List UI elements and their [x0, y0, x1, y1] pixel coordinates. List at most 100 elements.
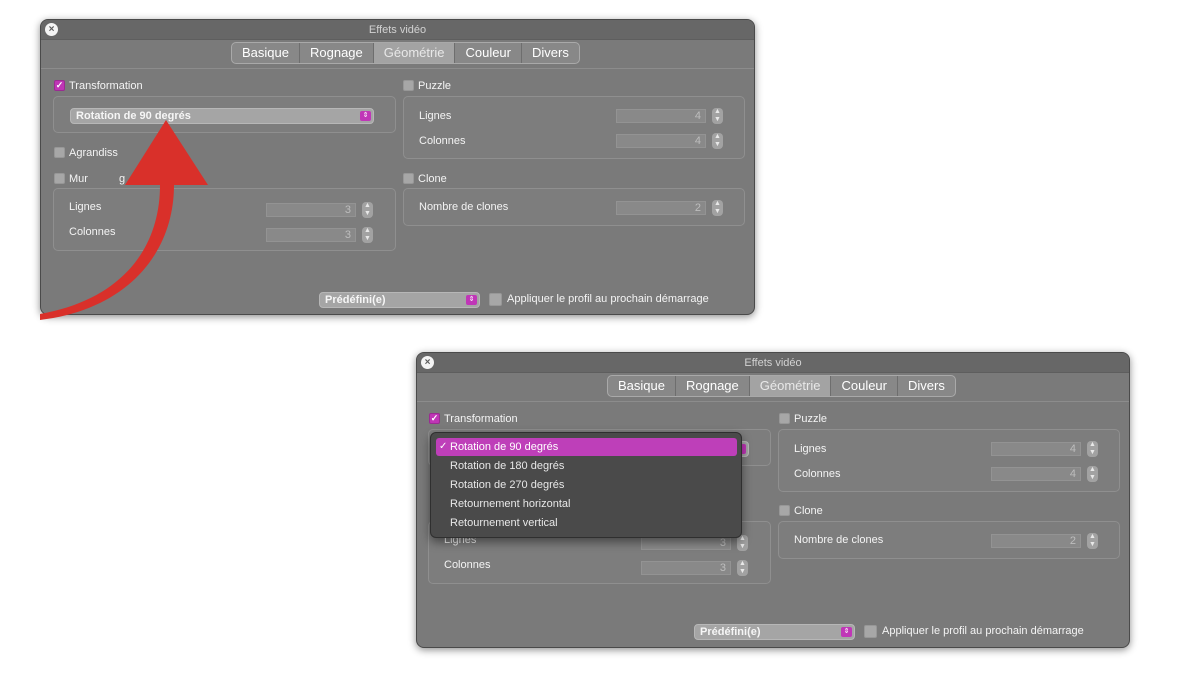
menu-item-rotation-180[interactable]: Rotation de 180 degrés [436, 457, 737, 475]
mur-lines-label: Lignes [69, 201, 102, 213]
checkmark-icon: ✓ [439, 441, 448, 452]
menu-item-label: Rotation de 180 degrés [450, 460, 565, 472]
puzzle-checkbox[interactable] [779, 413, 790, 424]
mur-columns-label: Colonnes [69, 226, 116, 238]
preset-popup-value: Prédéfini(e) [700, 626, 761, 638]
puzzle-lines-value: 4 [694, 110, 701, 122]
clone-count-label: Nombre de clones [419, 201, 509, 213]
stepper-icon[interactable]: ▲ ▼ [712, 133, 723, 149]
menu-item-label: Rotation de 270 degrés [450, 479, 565, 491]
mur-lines-value: 3 [344, 204, 351, 216]
puzzle-lines-label: Lignes [419, 110, 452, 122]
preset-popup-value: Prédéfini(e) [325, 294, 386, 306]
mur-label: Mur [69, 173, 88, 185]
stepper-icon[interactable]: ▲ ▼ [362, 227, 373, 243]
menu-item-label: Rotation de 90 degrés [450, 441, 559, 453]
transformation-dropdown-menu: ✓ Rotation de 90 degrés Rotation de 180 … [430, 432, 742, 538]
tab-bar: Basique Rognage Géométrie Couleur Divers [607, 375, 956, 397]
agrandissement-label: Agrandiss [69, 147, 118, 159]
transformation-label: Transformation [69, 80, 143, 92]
puzzle-label: Puzzle [418, 80, 452, 92]
mur-columns-field[interactable]: 3 [266, 228, 356, 242]
transformation-popup-value: Rotation de 90 degrés [76, 110, 191, 122]
updown-chevron-icon: ⇕ [466, 295, 477, 305]
transformation-label: Transformation [444, 413, 518, 425]
puzzle-columns-field[interactable]: 4 [991, 467, 1081, 481]
mur-columns-value: 3 [719, 562, 726, 574]
stepper-icon[interactable]: ▲ ▼ [737, 560, 748, 576]
titlebar: × Effets vidéo [417, 353, 1129, 373]
agrandissement-checkbox[interactable] [54, 147, 65, 158]
stepper-icon[interactable]: ▲ ▼ [362, 202, 373, 218]
puzzle-label: Puzzle [794, 413, 828, 425]
transformation-group: Rotation de 90 degrés ⇕ [53, 96, 396, 133]
mur-lines-value: 3 [719, 537, 726, 549]
menu-item-flip-horizontal[interactable]: Retournement horizontal [436, 495, 737, 513]
transformation-checkbox[interactable]: ✓ [429, 413, 440, 424]
clone-checkbox[interactable] [779, 505, 790, 516]
tab-divers[interactable]: Divers [898, 376, 955, 396]
divider [41, 68, 754, 69]
puzzle-lines-value: 4 [1069, 443, 1076, 455]
clone-label: Clone [794, 505, 823, 517]
menu-item-rotation-270[interactable]: Rotation de 270 degrés [436, 476, 737, 494]
apply-profile-checkbox[interactable] [489, 293, 502, 306]
puzzle-columns-field[interactable]: 4 [616, 134, 706, 148]
stepper-icon[interactable]: ▲ ▼ [712, 200, 723, 216]
menu-item-rotation-90[interactable]: ✓ Rotation de 90 degrés [436, 438, 737, 456]
puzzle-columns-label: Colonnes [794, 468, 841, 480]
clone-group: Nombre de clones 2 ▲ ▼ [778, 521, 1120, 559]
updown-chevron-icon: ⇕ [841, 627, 852, 637]
puzzle-group: Lignes 4 ▲ ▼ Colonnes 4 ▲ ▼ [403, 96, 745, 159]
mur-lines-field[interactable]: 3 [266, 203, 356, 217]
stepper-icon[interactable]: ▲ ▼ [1087, 466, 1098, 482]
clone-checkbox[interactable] [403, 173, 414, 184]
stepper-icon[interactable]: ▲ ▼ [1087, 441, 1098, 457]
apply-profile-label: Appliquer le profil au prochain démarrag… [507, 293, 709, 305]
clone-count-label: Nombre de clones [794, 534, 884, 546]
preset-popup[interactable]: Prédéfini(e) ⇕ [694, 624, 855, 640]
clone-label: Clone [418, 173, 447, 185]
tab-rognage[interactable]: Rognage [676, 376, 750, 396]
stepper-icon[interactable]: ▲ ▼ [1087, 533, 1098, 549]
mur-columns-value: 3 [344, 229, 351, 241]
stepper-icon[interactable]: ▲ ▼ [737, 535, 748, 551]
menu-item-flip-vertical[interactable]: Retournement vertical [436, 514, 737, 532]
tab-couleur[interactable]: Couleur [455, 43, 522, 63]
divider [417, 401, 1129, 402]
stepper-icon[interactable]: ▲ ▼ [712, 108, 723, 124]
apply-profile-label: Appliquer le profil au prochain démarrag… [882, 625, 1084, 637]
puzzle-lines-field[interactable]: 4 [616, 109, 706, 123]
window-title: Effets vidéo [744, 357, 802, 369]
clone-count-field[interactable]: 2 [991, 534, 1081, 548]
menu-item-label: Retournement horizontal [450, 498, 571, 510]
tab-rognage[interactable]: Rognage [300, 43, 374, 63]
puzzle-columns-value: 4 [694, 135, 701, 147]
preset-popup[interactable]: Prédéfini(e) ⇕ [319, 292, 480, 308]
clone-count-field[interactable]: 2 [616, 201, 706, 215]
puzzle-lines-field[interactable]: 4 [991, 442, 1081, 456]
tab-divers[interactable]: Divers [522, 43, 579, 63]
tab-bar: Basique Rognage Géométrie Couleur Divers [231, 42, 580, 64]
puzzle-columns-label: Colonnes [419, 135, 466, 147]
tab-basique[interactable]: Basique [608, 376, 676, 396]
mur-columns-label: Colonnes [444, 559, 491, 571]
puzzle-columns-value: 4 [1069, 468, 1076, 480]
clone-group: Nombre de clones 2 ▲ ▼ [403, 188, 745, 226]
mur-lines-field[interactable]: 3 [641, 536, 731, 550]
tab-basique[interactable]: Basique [232, 43, 300, 63]
puzzle-lines-label: Lignes [794, 443, 827, 455]
updown-chevron-icon: ⇕ [360, 111, 371, 121]
apply-profile-checkbox[interactable] [864, 625, 877, 638]
mur-checkbox[interactable] [54, 173, 65, 184]
clone-count-value: 2 [694, 202, 701, 214]
tab-couleur[interactable]: Couleur [831, 376, 898, 396]
transformation-popup[interactable]: Rotation de 90 degrés ⇕ [70, 108, 374, 124]
mur-columns-field[interactable]: 3 [641, 561, 731, 575]
transformation-checkbox[interactable]: ✓ [54, 80, 65, 91]
menu-item-label: Retournement vertical [450, 517, 558, 529]
tab-geometrie[interactable]: Géométrie [749, 376, 832, 396]
video-effects-window-top: × Effets vidéo Basique Rognage Géométrie… [40, 19, 755, 315]
puzzle-checkbox[interactable] [403, 80, 414, 91]
tab-geometrie[interactable]: Géométrie [373, 43, 456, 63]
